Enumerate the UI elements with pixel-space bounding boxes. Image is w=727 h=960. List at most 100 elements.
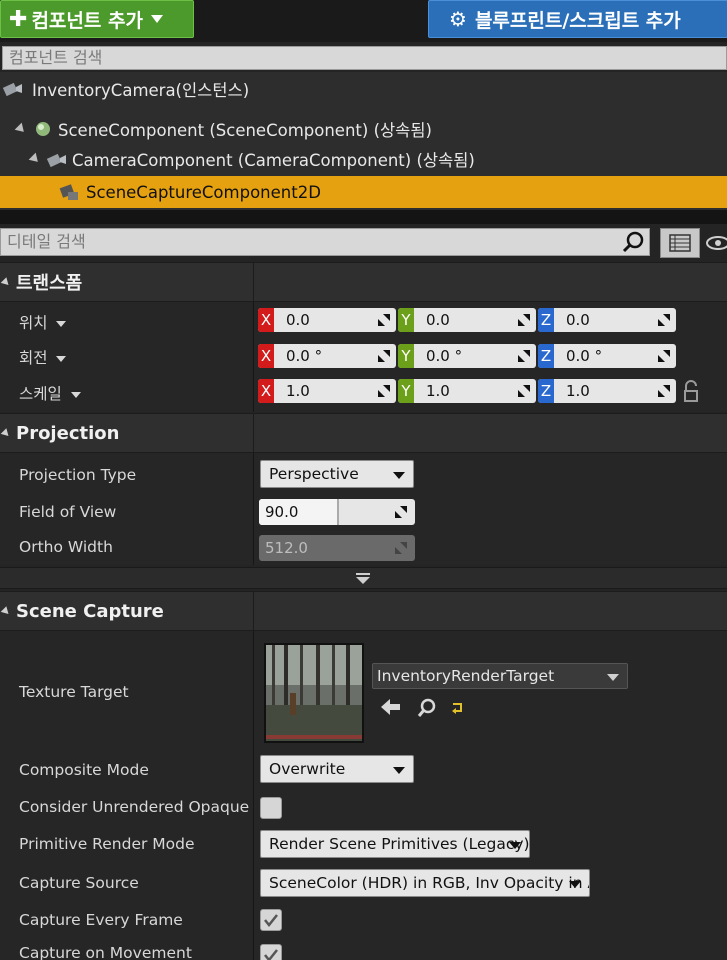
- texture-target-dropdown[interactable]: InventoryRenderTarget: [372, 663, 628, 689]
- camera-actor-icon: [2, 82, 22, 97]
- lock-open-icon[interactable]: [682, 380, 702, 404]
- location-z-value: 0.0: [566, 311, 590, 329]
- grid-icon: [669, 234, 691, 252]
- eye-icon[interactable]: [704, 232, 727, 254]
- axis-x-tag: X: [258, 344, 274, 368]
- category-title: 트랜스폼: [16, 273, 83, 294]
- rotation-x-field[interactable]: X 0.0 °: [258, 344, 396, 368]
- scene-capture-rows: Texture Target InventoryRenderTarget Com…: [0, 631, 727, 960]
- tree-root[interactable]: InventoryCamera(인스턴스): [2, 74, 249, 104]
- search-icon[interactable]: [620, 230, 646, 254]
- checkmark-icon: [264, 914, 278, 928]
- scale-y-value: 1.0: [426, 382, 450, 400]
- details-search-placeholder: 디테일 검색: [7, 232, 86, 251]
- chevron-down-icon: [509, 842, 521, 849]
- axis-x-tag: X: [258, 379, 274, 403]
- camera-component-icon: [46, 153, 66, 168]
- location-y-field[interactable]: Y 0.0: [398, 308, 536, 332]
- plus-icon: ✚: [9, 6, 28, 32]
- capture-source-dropdown[interactable]: SceneColor (HDR) in RGB, Inv Opacity in …: [260, 869, 590, 897]
- ortho-width-field[interactable]: 512.0: [259, 535, 415, 561]
- scene-component-icon: [36, 122, 50, 136]
- browse-search-icon[interactable]: [416, 697, 438, 719]
- rotation-z-field[interactable]: Z 0.0 °: [538, 344, 676, 368]
- component-search-placeholder: 컴포넌트 검색: [9, 48, 103, 67]
- projection-type-dropdown[interactable]: Perspective: [260, 460, 414, 488]
- texture-thumbnail[interactable]: [264, 643, 364, 743]
- column-divider: [253, 453, 254, 565]
- scale-z-value: 1.0: [566, 382, 590, 400]
- transform-rows: 위치 X 0.0 Y 0.0 Z 0.0 회전 X 0.0 ° Y 0.0 ° Z 0.0 …: [0, 302, 727, 412]
- category-title: Scene Capture: [16, 600, 164, 622]
- location-z-field[interactable]: Z 0.0: [538, 308, 676, 332]
- advanced-expander[interactable]: [0, 567, 727, 589]
- scale-label[interactable]: 스케일: [19, 382, 81, 404]
- rotation-x-value: 0.0 °: [286, 347, 323, 365]
- tree-item-scene-capture-2d[interactable]: SceneCaptureComponent2D: [0, 176, 727, 208]
- reset-to-default-icon[interactable]: [450, 701, 464, 715]
- panel-divider[interactable]: [0, 210, 727, 224]
- projection-rows: Projection Type Perspective Field of Vie…: [0, 453, 727, 565]
- location-x-field[interactable]: X 0.0: [258, 308, 396, 332]
- location-label[interactable]: 위치: [19, 311, 67, 333]
- chevron-down-icon: [393, 472, 405, 479]
- fov-label: Field of View: [19, 503, 117, 521]
- scale-x-field[interactable]: X 1.0: [258, 379, 396, 403]
- add-blueprint-script-label: 블루프린트/스크립트 추가: [474, 9, 681, 32]
- spin-arrow-icon: [658, 385, 670, 397]
- scale-y-field[interactable]: Y 1.0: [398, 379, 536, 403]
- capture-on-movement-checkbox[interactable]: [260, 944, 282, 960]
- spin-arrow-icon: [378, 314, 390, 326]
- capture-every-frame-checkbox[interactable]: [260, 909, 282, 931]
- chevron-down-icon: [56, 320, 67, 327]
- rotation-y-value: 0.0 °: [426, 347, 463, 365]
- scene-capture-icon: [59, 184, 78, 200]
- property-matrix-button[interactable]: [660, 228, 700, 258]
- category-transform[interactable]: 트랜스폼: [0, 262, 727, 302]
- spin-arrow-icon: [518, 350, 530, 362]
- texture-target-value: InventoryRenderTarget: [377, 667, 555, 685]
- column-divider: [253, 413, 254, 453]
- component-tree: InventoryCamera(인스턴스) SceneComponent (Sc…: [0, 72, 727, 210]
- chevron-down-icon: [56, 355, 67, 362]
- chevron-down-icon: [607, 674, 619, 681]
- category-projection[interactable]: Projection: [0, 413, 727, 453]
- spin-arrow-icon: [658, 350, 670, 362]
- fov-slider-field[interactable]: 90.0: [259, 499, 415, 525]
- add-blueprint-script-button[interactable]: ⚙ 블루프린트/스크립트 추가: [428, 0, 727, 38]
- category-title: Projection: [16, 422, 120, 444]
- projection-type-value: Perspective: [269, 465, 359, 483]
- rotation-label[interactable]: 회전: [19, 346, 67, 368]
- tree-item-camera-component[interactable]: CameraComponent (CameraComponent) (상속됨): [28, 144, 475, 174]
- chevron-down-icon: [569, 881, 581, 888]
- capture-on-movement-label: Capture on Movement: [19, 944, 192, 960]
- scale-z-field[interactable]: Z 1.0: [538, 379, 676, 403]
- category-scene-capture[interactable]: Scene Capture: [0, 591, 727, 631]
- scale-x-value: 1.0: [286, 382, 310, 400]
- axis-z-tag: Z: [538, 379, 554, 403]
- capture-source-label: Capture Source: [19, 874, 139, 892]
- primitive-render-mode-dropdown[interactable]: Render Scene Primitives (Legacy): [260, 830, 530, 858]
- axis-z-tag: Z: [538, 344, 554, 368]
- gears-icon: ⚙: [449, 7, 467, 31]
- ortho-width-label: Ortho Width: [19, 538, 113, 556]
- consider-unrendered-checkbox[interactable]: [260, 797, 282, 819]
- ortho-width-value: 512.0: [265, 539, 308, 557]
- tree-item-scene-component[interactable]: SceneComponent (SceneComponent) (상속됨): [14, 114, 432, 144]
- details-search-input[interactable]: 디테일 검색: [0, 228, 650, 256]
- axis-y-tag: Y: [398, 308, 414, 332]
- tree-item-label: SceneCaptureComponent2D: [86, 182, 321, 202]
- composite-mode-dropdown[interactable]: Overwrite: [260, 755, 414, 783]
- primitive-render-mode-label: Primitive Render Mode: [19, 835, 195, 853]
- checkmark-icon: [264, 949, 278, 960]
- use-selected-arrow-icon[interactable]: [380, 697, 402, 717]
- column-divider: [253, 302, 254, 412]
- forest-texture-image: [266, 645, 362, 741]
- rotation-z-value: 0.0 °: [566, 347, 603, 365]
- spin-arrow-icon: [518, 314, 530, 326]
- spin-arrow-icon: [395, 506, 407, 518]
- location-y-value: 0.0: [426, 311, 450, 329]
- component-search-input[interactable]: 컴포넌트 검색: [2, 46, 727, 70]
- rotation-y-field[interactable]: Y 0.0 °: [398, 344, 536, 368]
- add-component-button[interactable]: ✚ 컴포넌트 추가: [0, 0, 194, 38]
